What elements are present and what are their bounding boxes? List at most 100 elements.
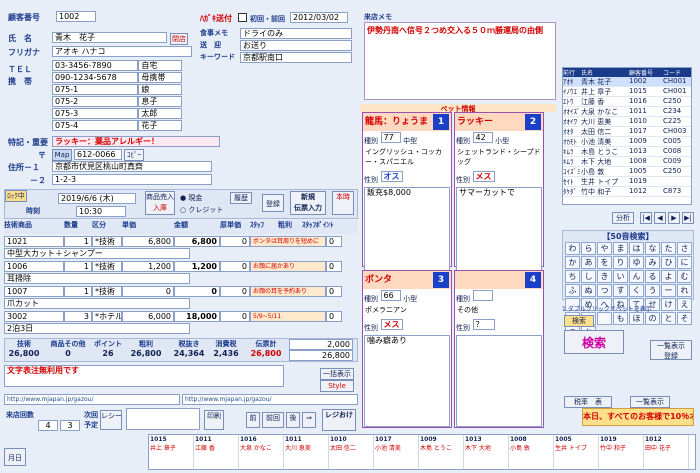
kana-key[interactable]: ち xyxy=(565,270,580,283)
pet-kind[interactable]: 77 xyxy=(380,132,401,143)
line-point[interactable]: 0 xyxy=(326,236,342,247)
pet-kind[interactable]: 66 xyxy=(380,290,401,301)
line-cost[interactable]: 0 xyxy=(220,236,250,247)
phone-number[interactable]: 03-3456-7890 xyxy=(52,60,139,71)
kana-key[interactable]: る xyxy=(645,270,660,283)
kana-key[interactable]: き xyxy=(597,270,612,283)
kana-field[interactable]: アオキ ハナコ xyxy=(52,46,192,57)
visit-time-field[interactable]: 10:30 xyxy=(76,206,126,217)
phone-owner[interactable]: 息子 xyxy=(138,96,182,107)
kana-key[interactable]: ぬ xyxy=(581,284,596,297)
forward-button[interactable]: ⇒ xyxy=(302,412,316,428)
line-staff[interactable]: 5/9~5/11 xyxy=(250,311,326,322)
zip-field[interactable]: 612-0066 xyxy=(74,149,122,160)
kana-key[interactable]: う xyxy=(645,284,660,297)
prev-button[interactable]: 前 xyxy=(246,412,260,428)
kana-key[interactable]: な xyxy=(645,242,660,255)
kana-key[interactable]: ふ xyxy=(565,284,580,297)
prev-icon[interactable]: ◀ xyxy=(654,212,666,224)
phone-owner[interactable]: 娘 xyxy=(138,84,182,95)
line-unit[interactable]: 0 xyxy=(122,286,174,297)
line-point[interactable]: 0 xyxy=(326,311,342,322)
kana-key[interactable]: と xyxy=(661,312,676,325)
customer-list-row[interactable]: ｵｶﾓﾄ 小池 清美 1009 C005 xyxy=(563,137,691,147)
line-cost[interactable]: 0 xyxy=(220,311,250,322)
customer-list-row[interactable]: ｵｵｲﾜ 大川 恵美 1010 C225 xyxy=(563,117,691,127)
print-button[interactable]: 印刷 xyxy=(204,410,224,430)
pet-sex[interactable]: オス xyxy=(380,171,403,182)
credit-radio[interactable]: ○ クレジット xyxy=(180,205,223,215)
customer-list-row[interactable]: ｲﾉｳｴ 井上 章子 1015 CH001 xyxy=(563,87,691,97)
kana-key[interactable]: く xyxy=(629,284,644,297)
kana-key[interactable]: ー xyxy=(661,284,676,297)
kana-key[interactable]: や xyxy=(597,242,612,255)
recent-customer[interactable]: 1011 江藤 香 xyxy=(194,435,239,469)
kana-key[interactable]: ゆ xyxy=(629,256,644,269)
kana-key[interactable]: り xyxy=(613,256,628,269)
recent-customer[interactable]: 1019 竹中 和子 xyxy=(599,435,644,469)
line-qty[interactable]: 1 xyxy=(64,236,92,247)
next-button[interactable]: 後 xyxy=(286,412,300,428)
recent-customer[interactable]: 1016 大泉 かなこ xyxy=(239,435,284,469)
line-code[interactable]: 1007 xyxy=(4,286,64,297)
cash-radio[interactable]: ● 現金 xyxy=(180,193,202,203)
customer-list-row[interactable]: ﾀｹﾀﾞ 竹中 和子 1012 C873 xyxy=(563,187,691,197)
addr1-field[interactable]: 京都市伏見区桃山町真齊 xyxy=(52,161,212,172)
kana-key[interactable]: ら xyxy=(581,242,596,255)
note-field[interactable]: ラッキー：薬品アレルギー！ xyxy=(52,136,220,147)
line-code[interactable]: 1021 xyxy=(4,236,64,247)
kana-key[interactable]: し xyxy=(581,270,596,283)
line-unit[interactable]: 1,200 xyxy=(122,261,174,272)
lock-button[interactable]: ﾛｯｸ中 xyxy=(5,190,27,202)
receipt-button[interactable]: レシート xyxy=(100,410,122,430)
register-button[interactable]: 登録 xyxy=(262,194,284,212)
addr2-field[interactable]: 1-2-3 xyxy=(52,174,212,185)
customer-list-row[interactable]: ｷﾑﾗ 木島 とうこ 1013 C008 xyxy=(563,147,691,157)
kana-key[interactable] xyxy=(597,312,612,325)
style-button[interactable]: Style xyxy=(320,380,354,392)
phone-owner[interactable]: 太郎 xyxy=(138,108,182,119)
kana-key[interactable]: わ xyxy=(565,242,580,255)
phone-owner[interactable]: 自宅 xyxy=(138,60,182,71)
customer-list-row[interactable]: ｵｵｲｽﾞﾐ大泉 かなこ 1011 C234 xyxy=(563,107,691,117)
kana-key[interactable]: あ xyxy=(581,256,596,269)
pet-note[interactable]: 噛み癖あり xyxy=(364,335,450,427)
recent-customer[interactable]: 1010 太田 信二 xyxy=(329,435,374,469)
kana-key[interactable]: ほ xyxy=(629,312,644,325)
new-slip-button[interactable]: 新規 伝票入力 xyxy=(290,191,326,215)
kana-key[interactable]: ん xyxy=(629,270,644,283)
kana-key[interactable]: も xyxy=(613,312,628,325)
line-qty[interactable]: 3 xyxy=(64,311,92,322)
shop-badge[interactable]: 閉店 xyxy=(170,33,188,45)
customer-list-row[interactable]: ｾｲﾄ 生井 トイプ 1019 xyxy=(563,177,691,187)
pet-sex[interactable]: メス xyxy=(380,319,403,330)
month-day-button[interactable]: 月日 xyxy=(4,448,26,466)
url-field-1[interactable]: http://www.mjapan.jp/gazou/ xyxy=(4,394,180,405)
kana-key[interactable]: そ xyxy=(677,312,692,325)
recent-customer[interactable]: 1008 小島 敦 xyxy=(509,435,554,469)
kana-key[interactable]: は xyxy=(629,242,644,255)
register-ok-button[interactable]: レジおけ xyxy=(322,409,356,431)
line-staff[interactable]: お顔の耳を予約あり xyxy=(250,286,326,297)
line-cost[interactable]: 0 xyxy=(220,261,250,272)
last-icon[interactable]: ▶| xyxy=(682,212,694,224)
kana-key[interactable]: す xyxy=(613,284,628,297)
pet-card[interactable]: ボンタ 3 種別 66 小型 ポメラニアン 性別 メス 噛み癖あり xyxy=(362,270,452,428)
customer-no-field[interactable]: 1002 xyxy=(56,11,96,22)
first-visit-field[interactable]: 2012/03/02 xyxy=(290,12,348,23)
line-kind[interactable]: *技術 xyxy=(92,261,122,272)
pet-card[interactable]: 4 種別 その他 性別 ？ xyxy=(454,270,544,428)
first-icon[interactable]: |◀ xyxy=(640,212,652,224)
phone-owner[interactable]: 花子 xyxy=(138,120,182,131)
product-entry-button[interactable]: 商品売入 入庫 xyxy=(145,191,175,215)
recent-customer[interactable]: 1012 田中 花子 xyxy=(644,435,689,469)
tax-table-button[interactable]: 税率 表 xyxy=(564,396,612,408)
customer-list-row[interactable]: ｵｵﾀ 太田 信二 1017 CH003 xyxy=(563,127,691,137)
search-label-button[interactable]: 検索 xyxy=(564,315,594,327)
pet-sex[interactable]: メス xyxy=(472,171,495,182)
copy-button[interactable]: ｺﾋﾟｰ xyxy=(124,149,144,161)
memo-text[interactable]: 伊勢丹南へ信号２つめ交入る５０ｍ勝運局の由側 xyxy=(364,22,556,100)
recent-customer[interactable]: 1009 木島 とうこ xyxy=(419,435,464,469)
prev-visit-button[interactable]: 前回 xyxy=(262,412,284,428)
kana-key[interactable]: ひ xyxy=(661,256,676,269)
